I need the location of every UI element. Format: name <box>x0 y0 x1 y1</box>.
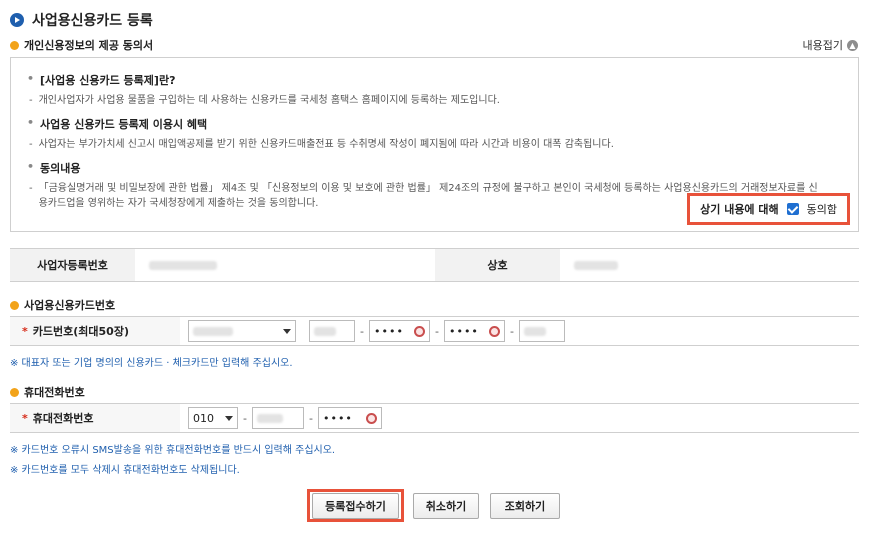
card-number-part-4[interactable] <box>518 320 565 342</box>
masked-value: •••• <box>322 411 353 425</box>
phone-prefix-value: 010 <box>193 411 214 425</box>
consent-item-head: [사업용 신용카드 등록제]란? <box>40 74 176 87</box>
dash-marker: - <box>29 95 33 106</box>
card-number-label-text: 카드번호(최대50장) <box>32 325 129 338</box>
consent-checkbox-group: 상기 내용에 대해 동의함 <box>687 193 850 225</box>
consent-checkbox[interactable] <box>786 203 799 215</box>
separator: - <box>308 411 313 425</box>
consent-prompt: 상기 내용에 대해 <box>700 203 779 216</box>
circle-chevron-up-icon: ▲ <box>847 39 858 51</box>
card-number-row: * 카드번호(최대50장) - •••• - •••• - <box>10 316 859 346</box>
bullet-icon: • <box>27 116 35 129</box>
trade-name-value <box>560 249 859 281</box>
eye-icon[interactable] <box>413 326 425 337</box>
bullet-icon: • <box>27 160 35 173</box>
eye-icon[interactable] <box>488 326 500 337</box>
phone-heading-text: 휴대전화번호 <box>24 386 85 399</box>
phone-last-input[interactable]: •••• <box>317 407 382 429</box>
card-note: ※ 대표자 또는 기업 명의의 신용카드 · 체크카드만 입력해 주십시오. <box>10 358 293 369</box>
card-number-label: * 카드번호(최대50장) <box>10 317 180 345</box>
chevron-down-icon <box>283 328 291 334</box>
consent-heading-text: 개인신용정보의 제공 동의서 <box>24 39 154 52</box>
separator: - <box>434 324 439 338</box>
phone-middle-input[interactable] <box>251 407 304 429</box>
separator: - <box>509 324 514 338</box>
redacted-value <box>523 326 546 336</box>
business-info-row: 사업자등록번호 상호 <box>10 248 859 282</box>
consent-checkbox-label[interactable]: 동의함 <box>807 201 837 217</box>
section-bullet-icon <box>10 387 19 397</box>
trade-name-label: 상호 <box>435 249 560 281</box>
reg-no-value <box>135 249 435 281</box>
phone-label: * 휴대전화번호 <box>10 404 180 432</box>
consent-item-head: 사업용 신용카드 등록제 이용시 혜택 <box>40 118 208 131</box>
required-star-icon: * <box>22 411 28 425</box>
card-number-part-2[interactable]: •••• <box>368 320 430 342</box>
page-title: 사업용신용카드 등록 <box>32 13 153 29</box>
redacted-value <box>314 326 336 336</box>
phone-fields: 010 - - •••• <box>180 404 382 432</box>
redacted-value <box>574 260 618 270</box>
phone-note-2: ※ 카드번호를 모두 삭제시 휴대전화번호도 삭제됩니다. <box>10 465 240 476</box>
consent-box: • [사업용 신용카드 등록제]란? - 개인사업자가 사업용 물품을 구입하는 데… <box>10 57 859 232</box>
collapse-button[interactable]: 내용접기 ▲ <box>803 37 858 53</box>
submit-button[interactable]: 등록접수하기 <box>312 493 399 519</box>
consent-item-body: 개인사업자가 사업용 물품을 구입하는 데 사용하는 신용카드를 국세청 홈택스… <box>38 95 500 106</box>
separator: - <box>360 324 364 338</box>
card-number-fields: - •••• - •••• - <box>180 317 565 345</box>
consent-item: • 사업용 신용카드 등록제 이용시 혜택 - 사업자는 부가가치세 신고시 매입액… <box>27 116 842 152</box>
required-star-icon: * <box>22 324 28 338</box>
card-section-heading: 사업용신용카드번호 <box>10 297 115 313</box>
cancel-button[interactable]: 취소하기 <box>413 493 479 519</box>
redacted-value <box>149 260 217 270</box>
redacted-value <box>256 413 283 423</box>
bullet-icon: • <box>27 72 35 85</box>
redacted-value <box>193 326 233 336</box>
consent-item-body: 사업자는 부가가치세 신고시 매입액공제를 받기 위한 신용카드매출전표 등 수… <box>38 139 614 150</box>
section-bullet-icon <box>10 40 19 50</box>
collapse-label: 내용접기 <box>802 39 843 52</box>
masked-value: •••• <box>373 324 404 338</box>
consent-section-heading: 개인신용정보의 제공 동의서 <box>10 37 153 53</box>
separator: - <box>243 411 247 425</box>
card-heading-text: 사업용신용카드번호 <box>24 299 116 312</box>
phone-row: * 휴대전화번호 010 - - •••• <box>10 403 859 433</box>
dash-marker: - <box>29 183 33 194</box>
phone-note-1: ※ 카드번호 오류시 SMS발송을 위한 휴대전화번호를 반드시 입력해 주십시… <box>10 445 336 456</box>
eye-icon[interactable] <box>365 413 377 424</box>
inquiry-button[interactable]: 조회하기 <box>490 493 560 519</box>
card-number-part-1[interactable] <box>309 320 355 342</box>
dash-marker: - <box>29 139 33 150</box>
title-arrow-icon <box>10 13 24 27</box>
card-company-select[interactable] <box>188 320 296 342</box>
consent-item: • [사업용 신용카드 등록제]란? - 개인사업자가 사업용 물품을 구입하는 데… <box>27 72 842 108</box>
phone-prefix-select[interactable]: 010 <box>188 407 238 429</box>
section-bullet-icon <box>10 300 19 310</box>
reg-no-label: 사업자등록번호 <box>10 249 135 281</box>
phone-section-heading: 휴대전화번호 <box>10 384 85 400</box>
consent-item-head: 동의내용 <box>40 162 81 175</box>
chevron-down-icon <box>225 415 233 421</box>
phone-label-text: 휴대전화번호 <box>32 412 94 425</box>
card-number-part-3[interactable]: •••• <box>443 320 505 342</box>
page-header: 사업용신용카드 등록 <box>10 10 153 30</box>
masked-value: •••• <box>448 324 479 338</box>
